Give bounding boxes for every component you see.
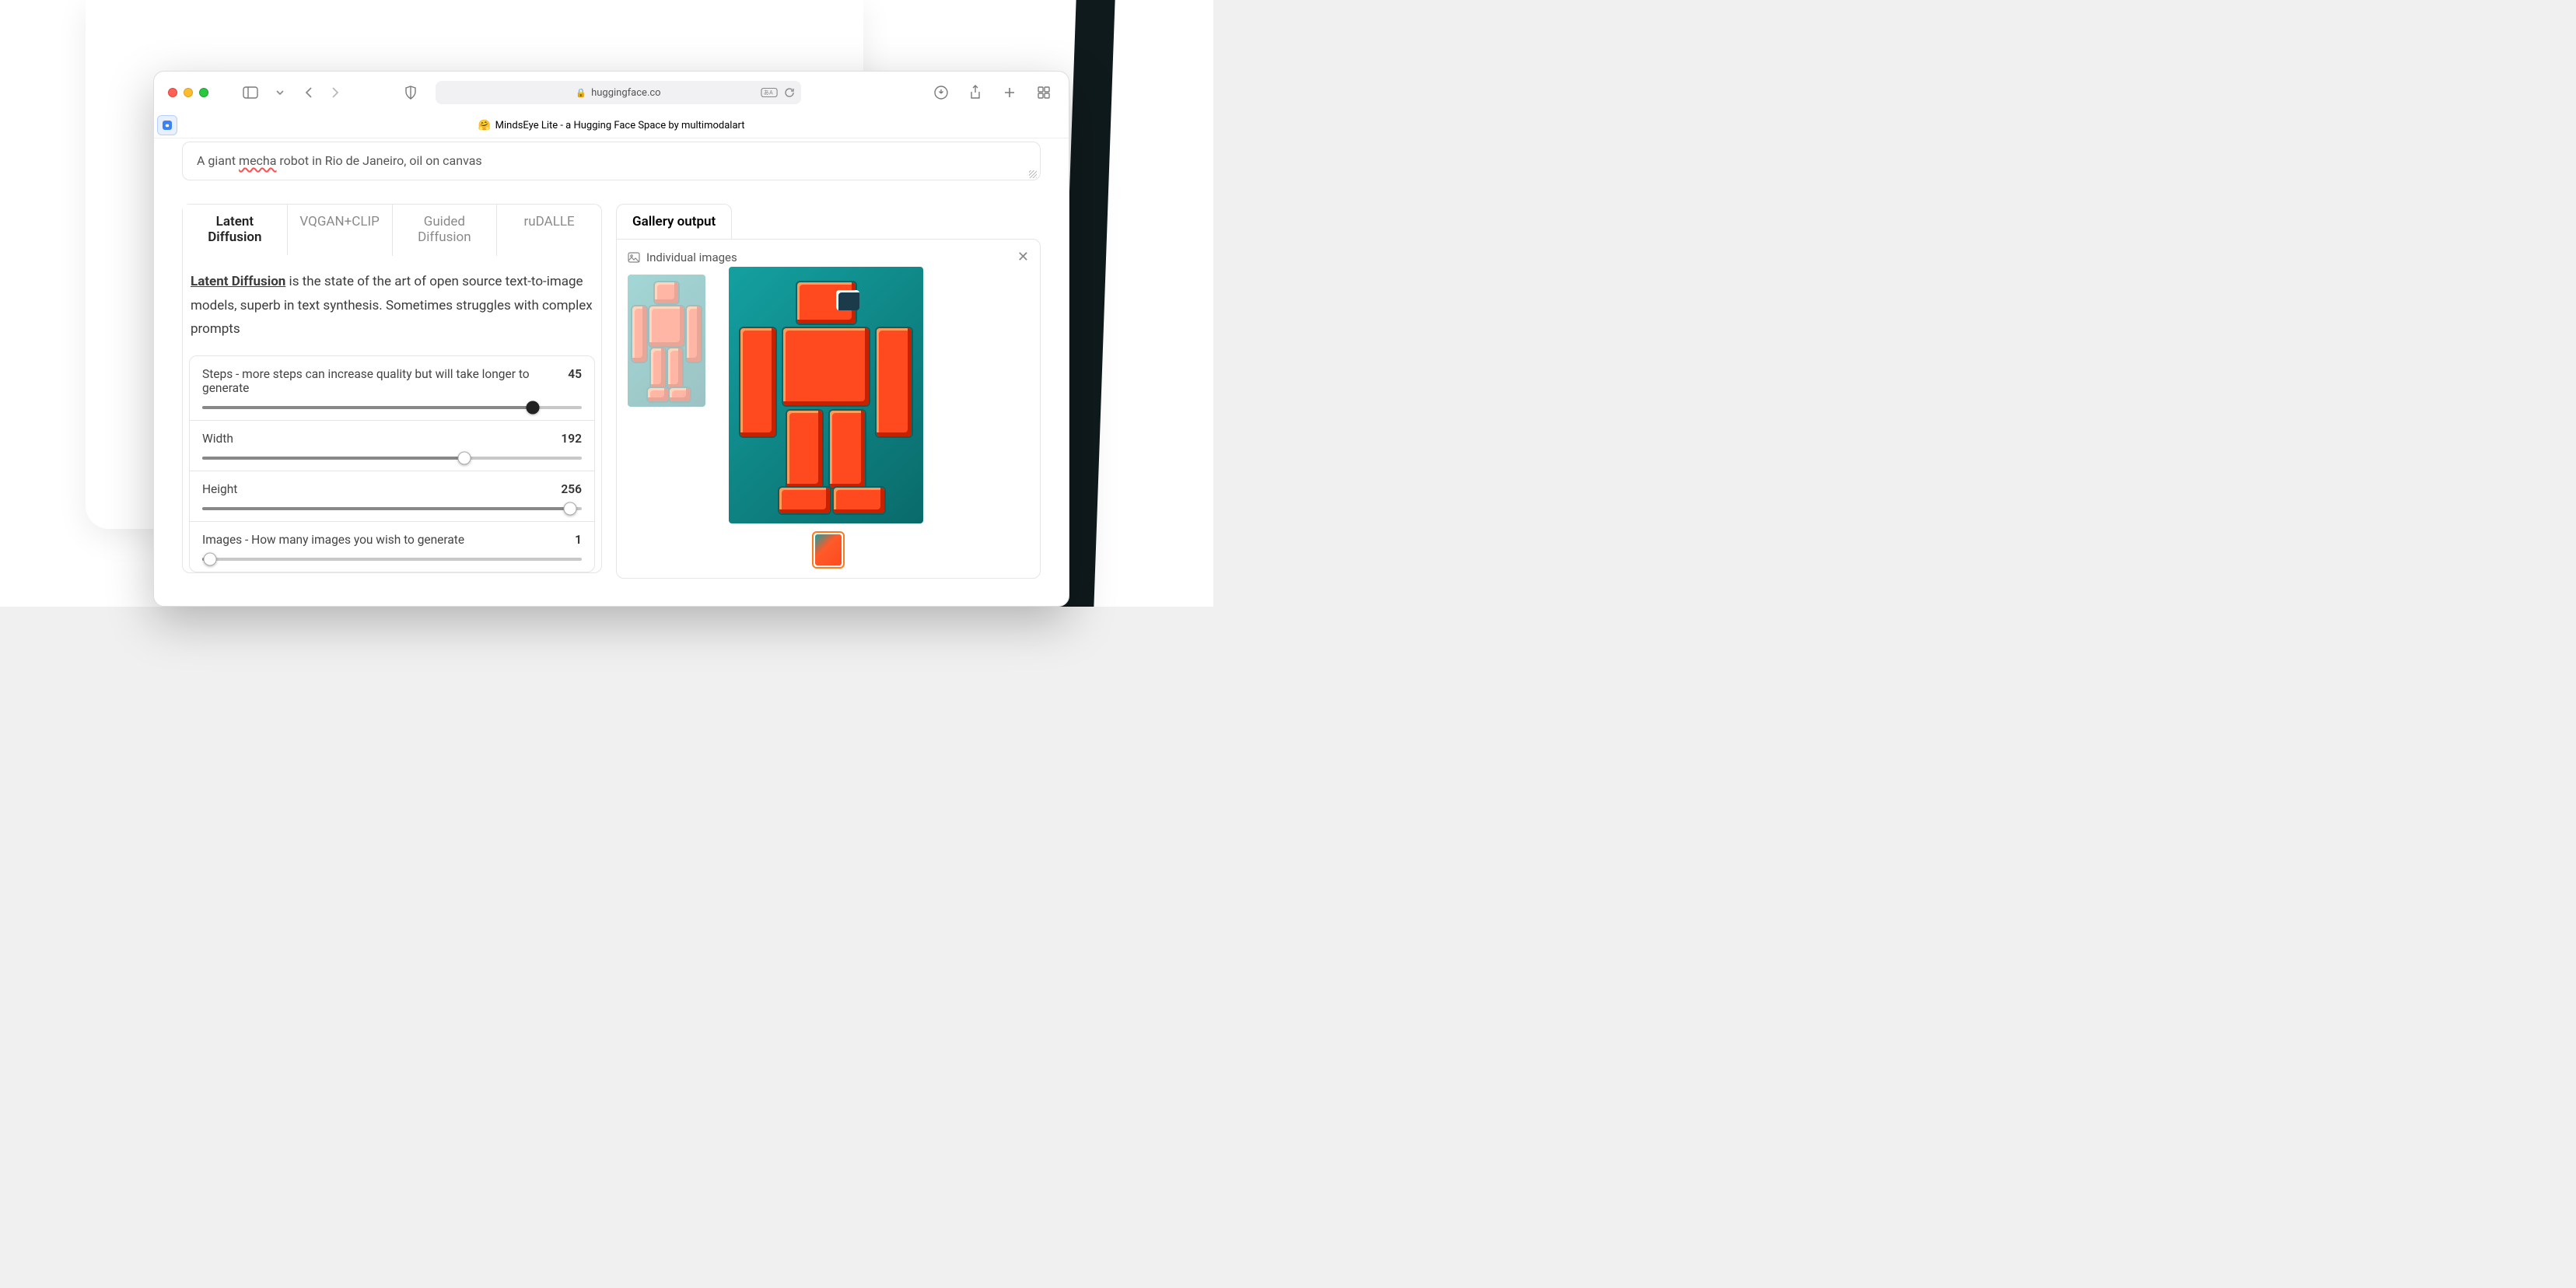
gallery-selector-thumb[interactable] [812,531,845,569]
tab-favicon: 🤗 [478,120,490,131]
reader-translate-icon[interactable]: あA [761,87,778,98]
slider-value: 1 [575,533,582,547]
tab-overview-chevron-icon[interactable] [269,82,291,103]
tab-title: MindsEye Lite - a Hugging Face Space by … [495,120,745,131]
slider-value: 192 [561,432,582,446]
gallery-pane: Gallery output Individual images ✕ [616,204,1041,579]
new-tab-icon[interactable] [999,82,1020,103]
close-icon[interactable]: ✕ [1017,249,1029,265]
slider-track[interactable] [202,507,582,510]
tab-grid-icon[interactable] [1033,82,1055,103]
share-icon[interactable] [964,82,986,103]
slider-label: Width [202,432,233,446]
slider-thumb[interactable] [457,451,471,464]
svg-text:あA: あA [764,89,773,96]
forward-button[interactable] [324,82,345,103]
gallery-image-thumb[interactable] [628,275,705,407]
slider-track[interactable] [202,558,582,561]
tab-vqgan-clip[interactable]: VQGAN+CLIP [288,205,393,256]
tab-latent-diffusion[interactable]: Latent Diffusion [183,205,288,256]
model-description: Latent Diffusion is the state of the art… [183,270,601,355]
titlebar: 🔒 huggingface.co あA [154,72,1069,114]
tab-strip: 🤗 MindsEye Lite - a Hugging Face Space b… [154,114,1069,138]
model-link[interactable]: Latent Diffusion [191,274,285,289]
slider-width: Width 192 [190,420,594,471]
individual-images-label: Individual images [646,250,737,264]
extension-button[interactable] [157,115,177,135]
slider-images: Images - How many images you wish to gen… [190,521,594,572]
close-window-button[interactable] [168,88,177,97]
window-controls [168,88,208,97]
slider-value: 256 [561,482,582,496]
minimize-window-button[interactable] [184,88,193,97]
slider-thumb[interactable] [526,401,539,414]
model-config-pane: Latent Diffusion VQGAN+CLIP Guided Diffu… [182,204,602,579]
gallery-image-main[interactable] [729,267,923,523]
image-icon [628,251,640,264]
privacy-shield-icon[interactable] [400,82,422,103]
slider-group: Steps - more steps can increase quality … [189,355,595,572]
slider-height: Height 256 [190,471,594,521]
maximize-window-button[interactable] [199,88,208,97]
model-tabs: Latent Diffusion VQGAN+CLIP Guided Diffu… [182,204,602,256]
slider-thumb[interactable] [203,552,216,565]
back-button[interactable] [299,82,320,103]
sidebar-toggle-button[interactable] [240,82,261,103]
slider-track[interactable] [202,406,582,409]
slider-label: Steps - more steps can increase quality … [202,367,568,395]
downloads-icon[interactable] [930,82,952,103]
slider-label: Images - How many images you wish to gen… [202,533,464,547]
address-host: huggingface.co [591,87,661,99]
prompt-text: A giant mecha robot in Rio de Janeiro, o… [197,153,482,168]
reload-icon[interactable] [784,87,795,98]
slider-track[interactable] [202,457,582,460]
address-bar[interactable]: 🔒 huggingface.co あA [436,81,801,104]
lock-icon: 🔒 [576,88,586,98]
slider-value: 45 [568,367,582,395]
tab-guided-diffusion[interactable]: Guided Diffusion [393,205,498,256]
slider-thumb[interactable] [564,502,577,515]
prompt-input[interactable]: A giant mecha robot in Rio de Janeiro, o… [182,142,1041,180]
browser-window: 🔒 huggingface.co あA [153,71,1069,607]
resize-handle-icon[interactable] [1029,170,1037,178]
tab-gallery-output[interactable]: Gallery output [616,204,732,240]
slider-steps: Steps - more steps can increase quality … [190,356,594,420]
slider-label: Height [202,482,237,496]
tab-rudalle[interactable]: ruDALLE [497,205,601,256]
